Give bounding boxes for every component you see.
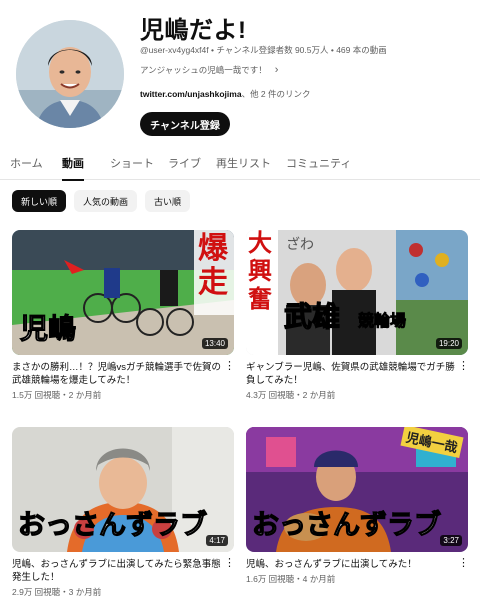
channel-header: 児嶋だよ! @user-xv4yg4xf4f • チャンネル登録者数 90.5万… — [0, 0, 480, 145]
video-thumbnail[interactable]: おっさんずラブ 4:17 — [12, 427, 234, 552]
video-thumbnail[interactable]: 爆 走 児嶋 13:40 — [12, 230, 234, 355]
video-stats: 4.3万 回視聴・2 か月前 — [246, 390, 336, 400]
channel-meta: @user-xv4yg4xf4f • チャンネル登録者数 90.5万人 • 46… — [140, 45, 387, 55]
video-duration: 4:17 — [206, 535, 228, 546]
tab-playlists[interactable]: 再生リスト — [216, 155, 271, 179]
channel-avatar[interactable] — [16, 20, 124, 128]
thumb-text-6: 競輪場 — [358, 311, 407, 331]
sort-chips: 新しい順 人気の動画 古い順 — [12, 190, 191, 212]
more-vert-icon[interactable]: ⋮ — [458, 558, 469, 569]
thumb-text-4: ざわ — [286, 237, 314, 253]
video-stats: 2.9万 回視聴・3 か月前 — [12, 587, 102, 597]
video-stats: 1.5万 回視聴・2 か月前 — [12, 390, 102, 400]
thumb-text-2: 興 — [248, 257, 272, 285]
video-duration: 19:20 — [435, 338, 462, 349]
tab-shorts[interactable]: ショート — [110, 155, 154, 179]
channel-links[interactable]: twitter.com/unjashkojima、他 2 件のリンク — [140, 88, 311, 100]
more-vert-icon[interactable]: ⋮ — [224, 361, 235, 372]
channel-handle: @user-xv4yg4xf4f — [140, 45, 209, 55]
more-vert-icon[interactable]: ⋮ — [458, 361, 469, 372]
video-title[interactable]: 児嶋、おっさんずラブに出演してみたら緊急事態発生した！ — [12, 558, 234, 584]
primary-link[interactable]: twitter.com/unjashkojima — [140, 89, 242, 99]
video-card[interactable]: 児嶋一哉 おっさんずラブ 3:27 児嶋、おっさんずラブに出演してみた！ 1.6… — [246, 427, 469, 585]
thumb-text-1: 大 — [248, 230, 272, 257]
video-thumbnail[interactable]: 大 興 奮 ざわ 武雄 競輪場 19:20 — [246, 230, 468, 355]
video-title[interactable]: ギャンブラー児嶋、佐賀県の武雄競輪場でガチ勝負してみた！ — [246, 361, 468, 387]
description-text: アンジャッシュの児嶋一哉です！ — [140, 65, 267, 75]
chip-popular[interactable]: 人気の動画 — [74, 190, 138, 212]
video-card[interactable]: 爆 走 児嶋 13:40 まさかの勝利…！？児嶋vsガチ競輪選手で佐賀の武雄競輪… — [12, 230, 235, 401]
chevron-right-icon: › — [274, 64, 279, 76]
tab-videos[interactable]: 動画 — [62, 155, 84, 181]
thumb-text-1: 爆 — [198, 231, 228, 266]
thumb-text-3: 児嶋 — [19, 312, 77, 346]
thumb-text-1: おっさんずラブ — [251, 509, 441, 541]
video-title[interactable]: 児嶋、おっさんずラブに出演してみた！ — [246, 558, 468, 571]
thumb-text-3: 奮 — [248, 285, 272, 313]
video-card[interactable]: おっさんずラブ 4:17 児嶋、おっさんずラブに出演してみたら緊急事態発生した！… — [12, 427, 235, 598]
channel-name: 児嶋だよ! — [140, 17, 247, 44]
chip-oldest[interactable]: 古い順 — [145, 190, 191, 212]
video-duration: 13:40 — [201, 338, 228, 349]
channel-description[interactable]: アンジャッシュの児嶋一哉です！ › — [140, 64, 278, 76]
more-links[interactable]: 、他 2 件のリンク — [242, 89, 311, 99]
video-title[interactable]: まさかの勝利…！？児嶋vsガチ競輪選手で佐賀の武雄競輪場を爆走してみた！ — [12, 361, 234, 387]
tab-live[interactable]: ライブ — [168, 155, 201, 179]
tab-community[interactable]: コミュニティ — [286, 155, 351, 179]
video-thumbnail[interactable]: 児嶋一哉 おっさんずラブ 3:27 — [246, 427, 468, 552]
tab-home[interactable]: ホーム — [10, 155, 43, 179]
chip-newest[interactable]: 新しい順 — [12, 190, 67, 212]
channel-tabs: ホーム 動画 ショート ライブ 再生リスト コミュニティ — [0, 150, 480, 181]
video-count: 469 本の動画 — [336, 45, 387, 55]
subscribe-button[interactable]: チャンネル登録 — [140, 112, 230, 136]
video-card[interactable]: 大 興 奮 ざわ 武雄 競輪場 19:20 ギャンブラー児嶋、佐賀県の武雄競輪場… — [246, 230, 469, 401]
video-stats: 1.6万 回視聴・4 か月前 — [246, 574, 336, 584]
subscriber-count: チャンネル登録者数 90.5万人 — [216, 45, 329, 55]
thumb-text-2: 走 — [198, 265, 228, 300]
thumb-text-1: おっさんずラブ — [17, 509, 207, 541]
more-vert-icon[interactable]: ⋮ — [224, 558, 235, 569]
thumb-text-5: 武雄 — [283, 299, 341, 333]
video-duration: 3:27 — [440, 535, 462, 546]
